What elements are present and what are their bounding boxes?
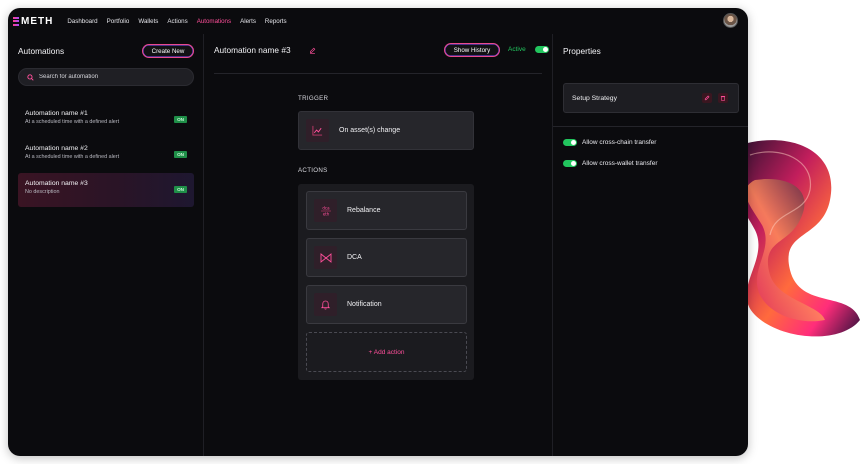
edit-title-icon[interactable] bbox=[309, 47, 316, 54]
nav-item-wallets[interactable]: Wallets bbox=[138, 18, 158, 25]
trigger-card[interactable]: On asset(s) change bbox=[298, 111, 474, 150]
trigger-card-label: On asset(s) change bbox=[339, 127, 401, 134]
actions-container: dca eth Rebalance DCA Notification + Add… bbox=[298, 184, 474, 380]
properties-panel: Properties Setup Strategy Allow cross-ch… bbox=[553, 34, 748, 456]
add-action-button[interactable]: + Add action bbox=[306, 332, 467, 372]
setup-strategy-label: Setup Strategy bbox=[572, 94, 617, 102]
nav-item-reports[interactable]: Reports bbox=[265, 18, 287, 25]
action-card-dca[interactable]: DCA bbox=[306, 238, 467, 277]
automation-list-item-2[interactable]: Automation name #2 At a scheduled time w… bbox=[18, 138, 194, 172]
automation-name: Automation name #3 bbox=[25, 180, 88, 187]
trash-icon bbox=[720, 96, 726, 101]
bell-icon bbox=[314, 293, 337, 316]
nav-item-alerts[interactable]: Alerts bbox=[240, 18, 256, 25]
automations-panel: Automations Create New Automation name #… bbox=[8, 34, 203, 456]
dca-icon bbox=[314, 246, 337, 269]
brand-name: METH bbox=[21, 15, 54, 27]
rebalance-icon: dca eth bbox=[314, 199, 337, 222]
logo-mark-icon bbox=[13, 16, 19, 26]
edit-icon bbox=[704, 95, 710, 101]
search-icon bbox=[27, 73, 34, 81]
cross-wallet-toggle[interactable] bbox=[563, 160, 577, 167]
action-label: Rebalance bbox=[347, 207, 381, 214]
setup-strategy-card[interactable]: Setup Strategy bbox=[563, 83, 739, 113]
search-input[interactable] bbox=[39, 74, 179, 80]
svg-text:eth: eth bbox=[322, 211, 329, 216]
nav-item-dashboard[interactable]: Dashboard bbox=[67, 18, 97, 25]
active-label: Active bbox=[508, 46, 526, 53]
trigger-section-label: TRIGGER bbox=[298, 95, 329, 102]
automation-name: Automation name #1 bbox=[25, 110, 88, 117]
status-badge: ON bbox=[174, 186, 187, 193]
automation-name: Automation name #2 bbox=[25, 145, 88, 152]
automation-editor: Automation name #3 Show History Active T… bbox=[204, 34, 552, 456]
nav-item-automations[interactable]: Automations bbox=[197, 18, 231, 25]
create-new-button[interactable]: Create New bbox=[142, 44, 194, 58]
automation-list-item-1[interactable]: Automation name #1 At a scheduled time w… bbox=[18, 103, 194, 137]
main-nav: Dashboard Portfolio Wallets Actions Auto… bbox=[67, 18, 286, 25]
active-toggle[interactable] bbox=[535, 46, 549, 53]
top-navigation-bar: METH Dashboard Portfolio Wallets Actions… bbox=[8, 8, 748, 34]
user-avatar[interactable] bbox=[723, 13, 738, 28]
automations-title: Automations bbox=[18, 46, 65, 56]
cross-wallet-label: Allow cross-wallet transfer bbox=[582, 160, 658, 167]
app-window: METH Dashboard Portfolio Wallets Actions… bbox=[8, 8, 748, 456]
automation-description: At a scheduled time with a defined alert bbox=[25, 119, 120, 125]
action-card-notification[interactable]: Notification bbox=[306, 285, 467, 324]
automation-description: At a scheduled time with a defined alert bbox=[25, 154, 120, 160]
edit-strategy-button[interactable] bbox=[702, 93, 712, 103]
automation-title: Automation name #3 bbox=[214, 45, 291, 55]
action-label: DCA bbox=[347, 254, 362, 261]
properties-title: Properties bbox=[563, 46, 601, 56]
status-badge: ON bbox=[174, 116, 187, 123]
action-card-rebalance[interactable]: dca eth Rebalance bbox=[306, 191, 467, 230]
show-history-button[interactable]: Show History bbox=[444, 43, 500, 57]
actions-section-label: ACTIONS bbox=[298, 167, 328, 174]
svg-text:dca: dca bbox=[322, 205, 330, 210]
header-divider bbox=[214, 73, 542, 74]
delete-strategy-button[interactable] bbox=[718, 93, 728, 103]
automation-description: No description bbox=[25, 189, 60, 195]
cross-chain-option: Allow cross-chain transfer bbox=[563, 139, 656, 146]
automation-list-item-3[interactable]: Automation name #3 No description ON bbox=[18, 173, 194, 207]
cross-chain-label: Allow cross-chain transfer bbox=[582, 139, 657, 146]
search-box bbox=[18, 68, 194, 86]
brand-logo[interactable]: METH bbox=[13, 16, 53, 27]
action-label: Notification bbox=[347, 301, 382, 308]
properties-divider bbox=[553, 126, 748, 127]
nav-item-portfolio[interactable]: Portfolio bbox=[107, 18, 130, 25]
nav-item-actions[interactable]: Actions bbox=[167, 18, 187, 25]
chart-trend-icon bbox=[306, 119, 329, 142]
cross-wallet-option: Allow cross-wallet transfer bbox=[563, 160, 658, 167]
cross-chain-toggle[interactable] bbox=[563, 139, 577, 146]
status-badge: ON bbox=[174, 151, 187, 158]
